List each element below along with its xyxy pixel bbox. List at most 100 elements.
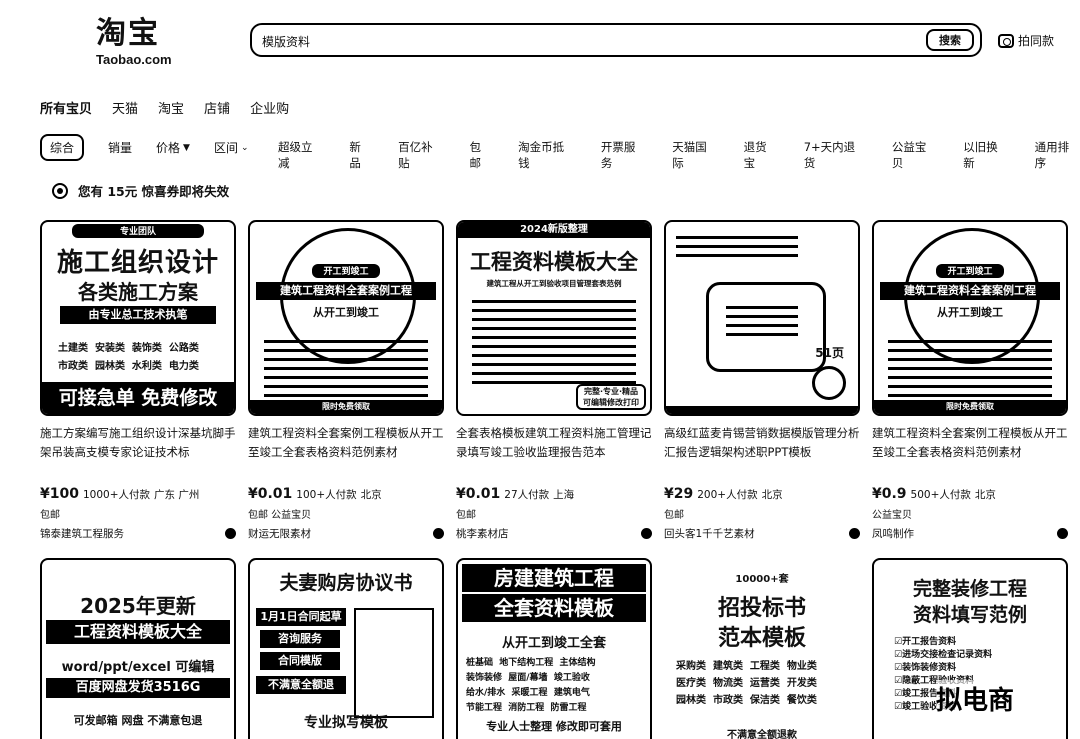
search-box[interactable]: 模版资料 搜索 <box>250 23 982 57</box>
tab-tmall[interactable]: 天猫 <box>112 98 138 117</box>
product-card[interactable]: 开工到竣工 建筑工程资料全套案例工程 从开工到竣工 限时免费领取 建筑工程资料全… <box>872 220 1068 541</box>
shop-row[interactable]: 桃李素材店 <box>456 526 652 541</box>
filter-item[interactable]: 开票服务 <box>601 139 646 171</box>
poster-line-2: 工程资料模板大全 <box>46 620 230 644</box>
product-image[interactable]: 开工到竣工 建筑工程资料全套案例工程 从开工到竣工 限时免费领取 <box>248 220 444 416</box>
poster-line-2: 建筑工程从开工到验收项目管理套表范例 <box>486 279 622 288</box>
coupon-notice[interactable]: 您有 15元 惊喜券即将失效 <box>52 181 229 200</box>
filter-item[interactable]: 以旧换新 <box>963 139 1008 171</box>
poster-bottom: 完整·专业·精品 可编辑修改打印 <box>576 384 646 410</box>
product-image[interactable]: 房建建筑工程 全套资料模板 从开工到竣工全套 桩基础 地下结构工程 主体结构 装… <box>456 558 652 739</box>
price-row: ¥100 1000+人付款 广东 广州 <box>40 486 236 502</box>
product-card[interactable]: 房建建筑工程 全套资料模板 从开工到竣工全套 桩基础 地下结构工程 主体结构 装… <box>456 558 652 739</box>
camera-icon <box>998 33 1014 48</box>
sort-range[interactable]: 区间 ⌄ <box>214 139 249 156</box>
price-row: ¥0.01 100+人付款 北京 <box>248 486 444 502</box>
poster-doc-lines <box>726 306 798 342</box>
search-input[interactable]: 模版资料 <box>262 33 310 50</box>
poster-line-2: 1月1日合同起草 <box>256 608 346 626</box>
product-title[interactable]: 建筑工程资料全套案例工程模板从开工至竣工全套表格资料范例素材 <box>872 424 1068 464</box>
product-card[interactable]: 10000+套 招投标书 范本模板 采购类 建筑类 工程类 物业类 医疗类 物流… <box>664 558 860 739</box>
product-sold: 27人付款 <box>504 489 550 501</box>
product-image[interactable]: 10000+套 招投标书 范本模板 采购类 建筑类 工程类 物业类 医疗类 物流… <box>664 558 860 739</box>
filter-item[interactable]: 通用排序 <box>1035 139 1080 171</box>
filter-item[interactable]: 公益宝贝 <box>892 139 937 171</box>
product-card[interactable]: 夫妻购房协议书 1月1日合同起草 咨询服务 合同模版 不满意全额退 专业拟写模板 <box>248 558 444 739</box>
shop-name[interactable]: 锦泰建筑工程服务 <box>40 526 124 541</box>
filter-item[interactable]: 百亿补贴 <box>398 139 443 171</box>
shop-row[interactable]: 财运无限素材 <box>248 526 444 541</box>
sort-comprehensive[interactable]: 综合 <box>40 134 85 161</box>
product-title[interactable]: 建筑工程资料全套案例工程模板从开工至竣工全套表格资料范例素材 <box>248 424 444 464</box>
poster-line-2: 从开工到竣工 <box>937 306 1003 319</box>
shop-name[interactable]: 财运无限素材 <box>248 526 311 541</box>
product-card[interactable]: 2025年更新 工程资料模板大全 word/ppt/excel 可编辑 百度网盘… <box>40 558 236 739</box>
tab-all[interactable]: 所有宝贝 <box>40 98 92 117</box>
shop-name[interactable]: 回头客1千千艺素材 <box>664 526 755 541</box>
category-tabs: 所有宝贝 天猫 淘宝 店铺 企业购 <box>40 98 289 117</box>
product-title[interactable]: 施工方案编写施工组织设计深基坑脚手架吊装高支模专家论证技术标 <box>40 424 236 464</box>
filter-item[interactable]: 7+天内退货 <box>804 139 866 171</box>
chevron-down-icon: ⌄ <box>240 142 249 153</box>
product-image[interactable]: 夫妻购房协议书 1月1日合同起草 咨询服务 合同模版 不满意全额退 专业拟写模板 <box>248 558 444 739</box>
product-card[interactable]: 开工到竣工 建筑工程资料全套案例工程 从开工到竣工 限时免费领取 建筑工程资料全… <box>248 220 444 541</box>
poster-doc-lines <box>264 340 428 403</box>
watermark: 拟电商 <box>936 680 1015 717</box>
shop-row[interactable]: 锦泰建筑工程服务 <box>40 526 236 541</box>
shop-arrow-icon[interactable] <box>849 528 860 539</box>
poster-line-3: 咨询服务 <box>260 630 340 648</box>
product-image[interactable]: 开工到竣工 建筑工程资料全套案例工程 从开工到竣工 限时免费领取 <box>872 220 1068 416</box>
shop-row[interactable]: 回头客1千千艺素材 <box>664 526 860 541</box>
shop-name[interactable]: 凤鸣制作 <box>872 526 914 541</box>
poster-line-2: 从开工到竣工 <box>313 306 379 319</box>
product-card[interactable]: 2024新版整理 工程资料模板大全 建筑工程从开工到验收项目管理套表范例 完整·… <box>456 220 652 541</box>
product-location: 广东 广州 <box>154 489 200 501</box>
product-location: 北京 <box>974 489 996 501</box>
taobao-logo[interactable]: 淘宝 Taobao.com <box>96 16 186 68</box>
filter-item[interactable]: 淘金币抵钱 <box>518 139 575 171</box>
product-image[interactable]: 2024新版整理 工程资料模板大全 建筑工程从开工到验收项目管理套表范例 完整·… <box>456 220 652 416</box>
sort-price-label: 价格 <box>156 141 181 155</box>
filter-item[interactable]: 天猫国际 <box>672 139 717 171</box>
shop-arrow-icon[interactable] <box>641 528 652 539</box>
product-title[interactable]: 高级红蓝麦肯锡营销数据模版管理分析汇报告逻辑架构述职PPT模板 <box>664 424 860 464</box>
product-card[interactable]: 51页 高级红蓝麦肯锡营销数据模版管理分析汇报告逻辑架构述职PPT模板 ¥29 … <box>664 220 860 541</box>
poster-line-5: 专业人士整理 修改即可套用 <box>486 720 622 733</box>
poster-line-3: word/ppt/excel 可编辑 <box>61 660 215 675</box>
product-card[interactable]: 专业团队 施工组织设计 各类施工方案 由专业总工技术执笔 土建类 安装类 装饰类… <box>40 220 236 541</box>
product-image[interactable]: 51页 <box>664 220 860 416</box>
sort-sales[interactable]: 销量 <box>108 139 132 156</box>
poster-line-5: 不满意全额退 <box>256 676 346 694</box>
product-sold: 500+人付款 <box>910 489 971 501</box>
product-title[interactable]: 全套表格模板建筑工程资料施工管理记录填写竣工验收监理报告范本 <box>456 424 652 464</box>
poster-bottom: 限时免费领取 <box>250 400 442 414</box>
filter-item[interactable]: 新品 <box>349 139 372 171</box>
shop-arrow-icon[interactable] <box>225 528 236 539</box>
poster-line-3: 从开工到竣工全套 <box>501 636 606 651</box>
logo-text-cn: 淘宝 <box>96 16 160 51</box>
shop-arrow-icon[interactable] <box>433 528 444 539</box>
tab-shops[interactable]: 店铺 <box>204 98 230 117</box>
poster-line-2: 范本模板 <box>717 626 806 651</box>
person-photo <box>354 608 434 718</box>
shop-name[interactable]: 桃李素材店 <box>456 526 509 541</box>
poster-line-4: 桩基础 地下结构工程 主体结构 装饰装修 屋面/幕墙 竣工验收 给水/排水 采暖… <box>466 658 596 713</box>
product-image[interactable]: 2025年更新 工程资料模板大全 word/ppt/excel 可编辑 百度网盘… <box>40 558 236 739</box>
tab-taobao[interactable]: 淘宝 <box>158 98 184 117</box>
poster-doc-lines <box>888 340 1052 403</box>
poster-line-1: 房建建筑工程 <box>462 564 646 592</box>
sort-price[interactable]: 价格 ▼ <box>156 139 190 156</box>
filter-item[interactable]: 超级立减 <box>278 139 323 171</box>
product-image[interactable]: 专业团队 施工组织设计 各类施工方案 由专业总工技术执笔 土建类 安装类 装饰类… <box>40 220 236 416</box>
poster-badge: 51页 <box>815 346 844 360</box>
poster-doc-lines <box>472 300 636 390</box>
photo-search-button[interactable]: 拍同款 <box>998 32 1054 49</box>
product-sold: 1000+人付款 <box>82 489 150 501</box>
shop-row[interactable]: 凤鸣制作 <box>872 526 1068 541</box>
filter-item[interactable]: 退货宝 <box>744 139 778 171</box>
poster-bottom: 限时免费领取 <box>874 400 1066 414</box>
tab-enterprise[interactable]: 企业购 <box>250 98 289 117</box>
shop-arrow-icon[interactable] <box>1057 528 1068 539</box>
filter-item[interactable]: 包邮 <box>469 139 492 171</box>
search-button[interactable]: 搜索 <box>926 29 974 51</box>
